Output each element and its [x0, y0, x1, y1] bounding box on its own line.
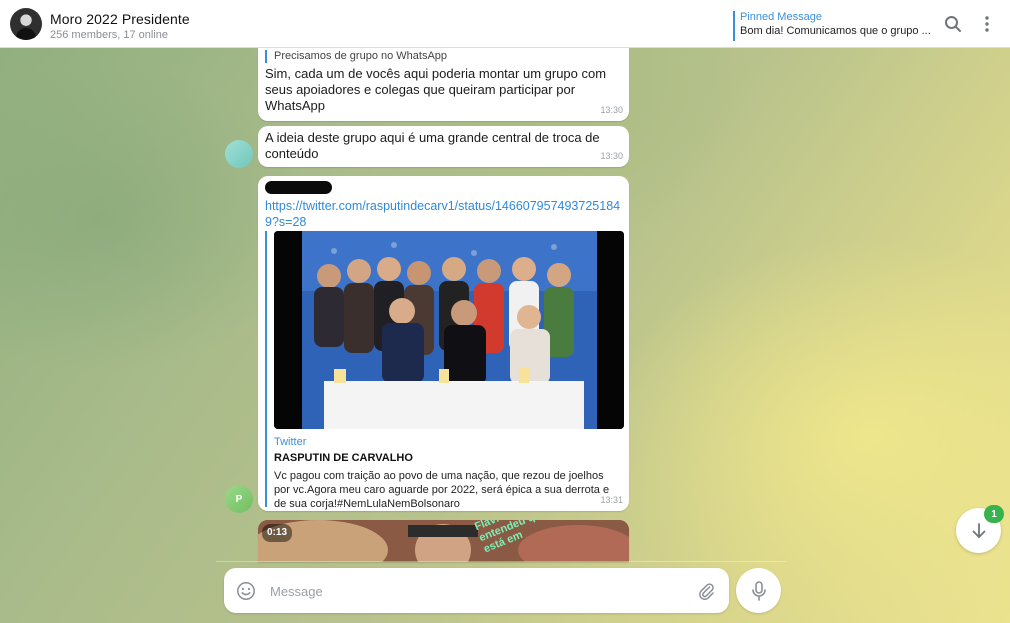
preview-title: RASPUTIN DE CARVALHO: [274, 452, 413, 464]
paperclip-icon[interactable]: [696, 581, 716, 601]
message-bubble[interactable]: https://twitter.com/rasputindecarv1/stat…: [258, 176, 629, 511]
user-avatar[interactable]: [225, 140, 253, 168]
message-link[interactable]: https://twitter.com/rasputindecarv1/stat…: [265, 198, 625, 230]
pinned-label: Pinned Message: [740, 11, 822, 23]
message-input[interactable]: [268, 580, 672, 602]
message-bubble[interactable]: Precisamos de grupo no WhatsApp Sim, cad…: [258, 40, 629, 121]
member-count: 256 members, 17 online: [50, 29, 169, 41]
video-duration: 0:13: [262, 524, 293, 542]
composer-divider: [216, 561, 786, 562]
reply-quote[interactable]: Precisamos de grupo no WhatsApp: [265, 50, 622, 63]
unread-count-badge: 1: [984, 505, 1004, 523]
preview-description: Vc pagou com traição ao povo de uma naçã…: [274, 470, 610, 510]
video-message[interactable]: 0:13 Flávio não entendeu que está em: [258, 520, 629, 562]
more-vertical-icon[interactable]: [977, 14, 997, 34]
redacted-sender-name: [265, 181, 332, 194]
message-time: 13:30: [600, 105, 623, 115]
message-text: Sim, cada um de vocês aqui poderia monta…: [265, 66, 607, 113]
search-icon[interactable]: [943, 14, 963, 34]
smiley-icon[interactable]: [236, 581, 256, 601]
preview-image[interactable]: [274, 231, 624, 429]
preview-site-name: Twitter: [274, 436, 307, 448]
chat-header: Moro 2022 Presidente 256 members, 17 onl…: [0, 0, 1010, 48]
message-composer: [224, 568, 729, 613]
message-bubble[interactable]: A ideia deste grupo aqui é uma grande ce…: [258, 126, 629, 167]
message-time: 13:31: [600, 495, 623, 505]
pinned-message[interactable]: Pinned Message Bom dia! Comunicamos que …: [733, 11, 933, 41]
arrow-down-icon: [972, 522, 985, 538]
microphone-icon[interactable]: [736, 568, 781, 613]
chat-title[interactable]: Moro 2022 Presidente: [50, 11, 190, 27]
link-preview[interactable]: Twitter RASPUTIN DE CARVALHO Vc pagou co…: [265, 231, 624, 510]
message-time: 13:30: [600, 151, 623, 161]
message-text: A ideia deste grupo aqui é uma grande ce…: [265, 130, 600, 161]
avatar-initial: P: [235, 493, 243, 505]
group-avatar[interactable]: [10, 8, 42, 40]
pinned-text: Bom dia! Comunicamos que o grupo ...: [740, 25, 931, 37]
user-avatar[interactable]: P: [225, 485, 253, 513]
